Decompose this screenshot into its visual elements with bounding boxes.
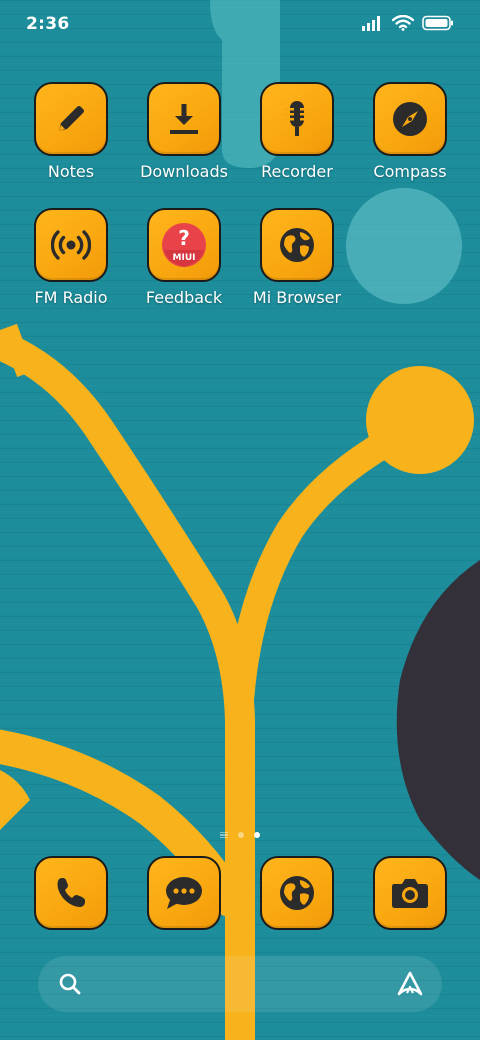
- globe-icon: [278, 226, 316, 264]
- app-tile: [147, 82, 221, 156]
- app-feedback[interactable]: ? MIUI Feedback: [128, 208, 240, 328]
- app-notes[interactable]: Notes: [15, 82, 127, 202]
- globe-icon: [278, 874, 316, 912]
- pencil-icon: [53, 101, 89, 137]
- wifi-icon: [391, 14, 415, 35]
- microphone-icon: [279, 100, 315, 138]
- app-tile: [260, 208, 334, 282]
- signal-icon: [362, 15, 384, 35]
- app-label: Mi Browser: [252, 288, 342, 307]
- feedback-icon: ? MIUI: [161, 222, 207, 268]
- status-icons: [362, 14, 454, 36]
- app-tile: [34, 82, 108, 156]
- download-icon: [166, 101, 202, 137]
- app-mi-browser[interactable]: Mi Browser: [241, 208, 353, 328]
- camera-icon: [390, 876, 430, 910]
- home-screen: 2:36 Notes Downloads Recorder Compass FM…: [0, 0, 480, 1040]
- app-tile: [147, 856, 221, 930]
- phone-icon: [53, 875, 89, 911]
- dock-browser[interactable]: [241, 856, 353, 932]
- status-bar: 2:36: [0, 0, 480, 50]
- feedback-badge-glyph: ?: [178, 226, 190, 250]
- app-tile: [34, 208, 108, 282]
- feedback-badge-text: MIUI: [173, 253, 196, 263]
- app-label: Downloads: [140, 162, 228, 181]
- chat-bubble-icon: [164, 874, 204, 912]
- app-label: Feedback: [145, 288, 223, 307]
- app-label: FM Radio: [34, 288, 108, 307]
- app-label: Notes: [47, 162, 95, 181]
- dock-camera[interactable]: [354, 856, 466, 932]
- app-tile: [260, 82, 334, 156]
- app-recorder[interactable]: Recorder: [241, 82, 353, 202]
- app-tile: [34, 856, 108, 930]
- page-list-indicator: [220, 831, 228, 839]
- dock-phone[interactable]: [15, 856, 127, 932]
- dock-messaging[interactable]: [128, 856, 240, 932]
- compass-icon: [391, 100, 429, 138]
- status-time: 2:36: [26, 14, 70, 34]
- app-tile: ? MIUI: [147, 208, 221, 282]
- search-bar[interactable]: [38, 956, 442, 1012]
- radio-broadcast-icon: [51, 225, 91, 265]
- app-fm-radio[interactable]: FM Radio: [15, 208, 127, 328]
- app-tile: [373, 856, 447, 930]
- assistant-icon[interactable]: [394, 968, 426, 1000]
- app-label: Compass: [373, 162, 447, 181]
- app-downloads[interactable]: Downloads: [128, 82, 240, 202]
- app-tile: [373, 82, 447, 156]
- app-compass[interactable]: Compass: [354, 82, 466, 202]
- page-dot: [238, 832, 244, 838]
- app-tile: [260, 856, 334, 930]
- battery-icon: [422, 15, 454, 35]
- search-icon[interactable]: [54, 968, 86, 1000]
- app-label: Recorder: [261, 162, 333, 181]
- page-dot-active: [254, 832, 260, 838]
- page-indicator: [0, 828, 480, 842]
